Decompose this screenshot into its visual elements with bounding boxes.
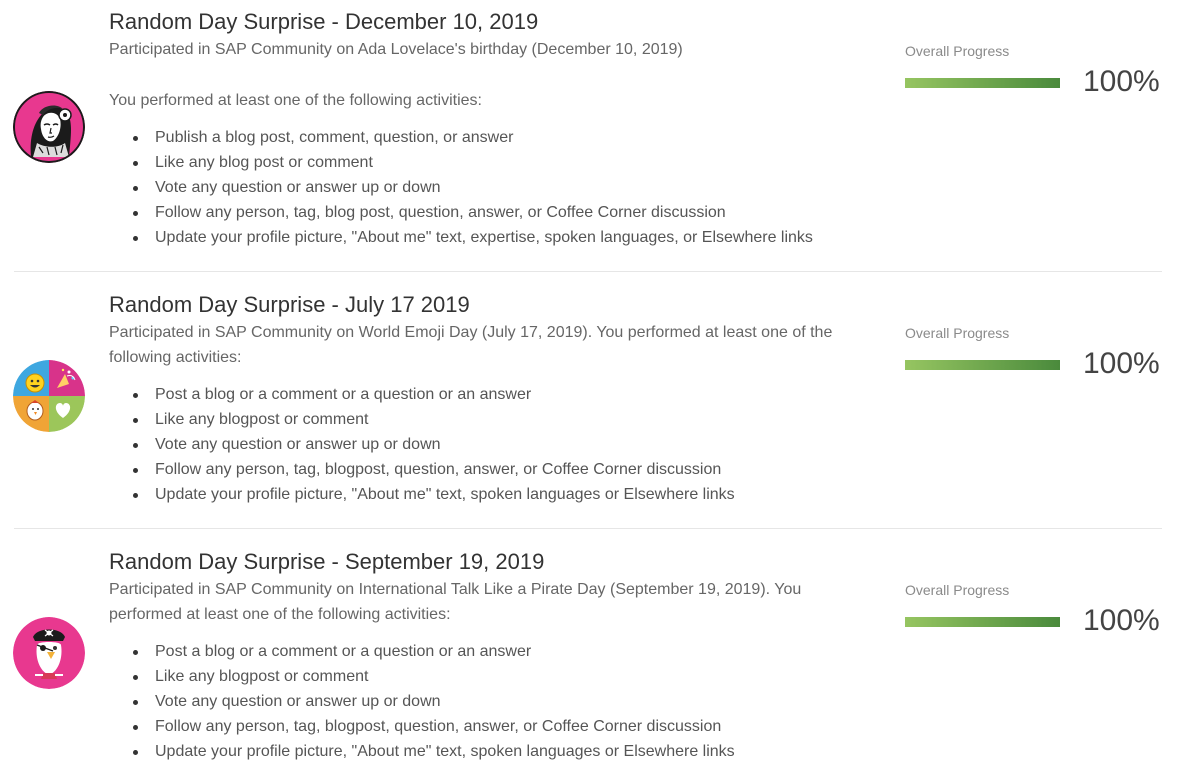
list-item: Update your profile picture, "About me" … bbox=[109, 739, 869, 764]
progress-percent: 100% bbox=[1083, 65, 1160, 98]
badge-intro: You performed at least one of the follow… bbox=[109, 92, 482, 109]
list-item: Post a blog or a comment or a question o… bbox=[109, 382, 869, 407]
badge-title: Random Day Surprise - July 17 2019 bbox=[109, 292, 470, 317]
list-item: Like any blogpost or comment bbox=[109, 407, 869, 432]
progress-bar-fill bbox=[905, 617, 1060, 627]
badge-row: Random Day Surprise - December 10, 2019 … bbox=[0, 0, 1200, 271]
overall-progress: Overall Progress 100% bbox=[905, 324, 1165, 384]
progress-bar-fill bbox=[905, 78, 1060, 88]
badge-description: Participated in SAP Community on Ada Lov… bbox=[109, 41, 683, 58]
list-item: Vote any question or answer up or down bbox=[109, 432, 869, 457]
list-item: Follow any person, tag, blogpost, questi… bbox=[109, 457, 869, 482]
activity-list: Post a blog or a comment or a question o… bbox=[109, 382, 869, 507]
list-item: Vote any question or answer up or down bbox=[109, 689, 869, 714]
badge-title: Random Day Surprise - December 10, 2019 bbox=[109, 9, 539, 34]
progress-label: Overall Progress bbox=[905, 582, 1010, 598]
badge-content: Random Day Surprise - September 19, 2019… bbox=[109, 548, 869, 764]
progress-bar bbox=[905, 617, 1060, 627]
list-item: Post a blog or a comment or a question o… bbox=[109, 639, 869, 664]
progress-label: Overall Progress bbox=[905, 43, 1010, 59]
progress-percent: 100% bbox=[1083, 347, 1160, 380]
list-item: Follow any person, tag, blog post, quest… bbox=[109, 200, 869, 225]
progress-label: Overall Progress bbox=[905, 325, 1010, 341]
badge-description: Participated in SAP Community on World E… bbox=[109, 324, 833, 366]
badge-title: Random Day Surprise - September 19, 2019 bbox=[109, 549, 545, 574]
progress-percent: 100% bbox=[1083, 604, 1160, 637]
list-item: Like any blog post or comment bbox=[109, 150, 869, 175]
activity-list: Publish a blog post, comment, question, … bbox=[109, 125, 869, 250]
list-item: Publish a blog post, comment, question, … bbox=[109, 125, 869, 150]
badge-content: Random Day Surprise - July 17 2019 Parti… bbox=[109, 291, 869, 507]
list-item: Vote any question or answer up or down bbox=[109, 175, 869, 200]
badge-row: Random Day Surprise - July 17 2019 Parti… bbox=[0, 272, 1200, 528]
activity-list: Post a blog or a comment or a question o… bbox=[109, 639, 869, 764]
progress-bar bbox=[905, 78, 1060, 88]
badge-list: Random Day Surprise - December 10, 2019 … bbox=[0, 0, 1200, 778]
progress-bar bbox=[905, 360, 1060, 370]
badge-description: Participated in SAP Community on Interna… bbox=[109, 581, 802, 623]
overall-progress: Overall Progress 100% bbox=[905, 581, 1165, 641]
progress-bar-fill bbox=[905, 360, 1060, 370]
emoji-quadrant-icon bbox=[13, 360, 85, 432]
list-item: Update your profile picture, "About me" … bbox=[109, 225, 869, 250]
ada-lovelace-portrait-icon bbox=[13, 91, 85, 163]
badge-row: Random Day Surprise - September 19, 2019… bbox=[0, 529, 1200, 778]
overall-progress: Overall Progress 100% bbox=[905, 42, 1165, 102]
list-item: Update your profile picture, "About me" … bbox=[109, 482, 869, 507]
list-item: Follow any person, tag, blogpost, questi… bbox=[109, 714, 869, 739]
list-item: Like any blogpost or comment bbox=[109, 664, 869, 689]
pirate-parrot-icon bbox=[13, 617, 85, 689]
badge-content: Random Day Surprise - December 10, 2019 … bbox=[109, 8, 869, 250]
